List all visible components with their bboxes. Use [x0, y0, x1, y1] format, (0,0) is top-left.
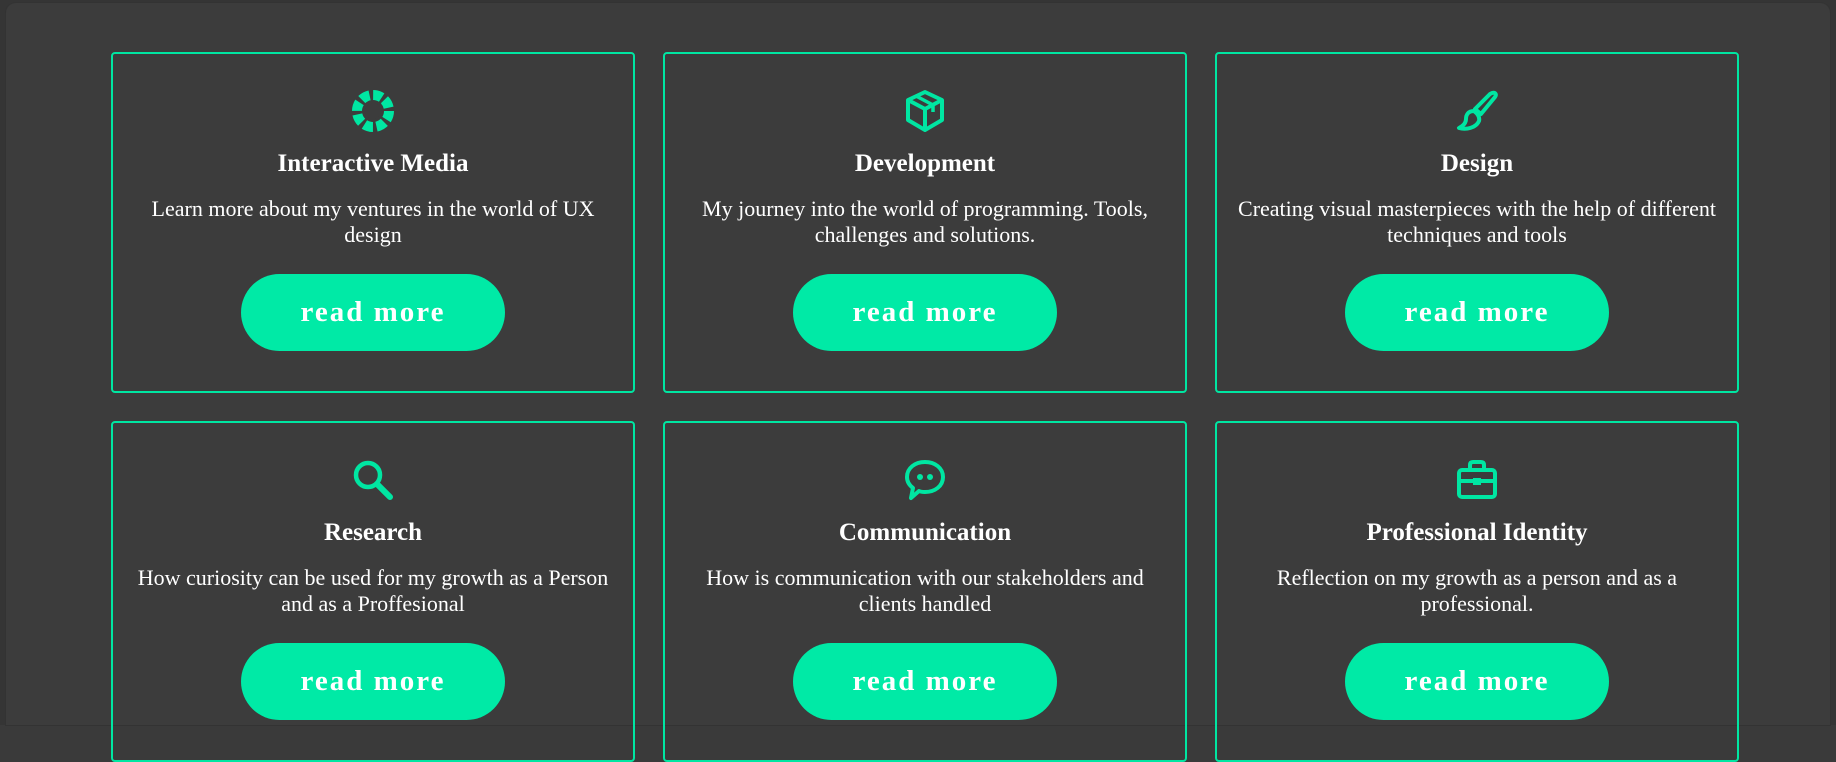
content-panel: Interactive Media Learn more about my ve…	[6, 3, 1830, 762]
page-background: Interactive Media Learn more about my ve…	[0, 0, 1836, 762]
card-professional-identity: Professional Identity Reflection on my g…	[1215, 421, 1739, 762]
read-more-button[interactable]: read more	[1345, 274, 1609, 351]
card-development: Development My journey into the world of…	[663, 52, 1187, 393]
card-research: Research How curiosity can be used for m…	[111, 421, 635, 762]
card-title: Design	[1440, 150, 1514, 177]
card-title: Interactive Media	[277, 150, 469, 177]
chat-bubble-icon	[902, 457, 948, 503]
card-design: Design Creating visual masterpieces with…	[1215, 52, 1739, 393]
card-title: Development	[854, 150, 996, 177]
read-more-button[interactable]: read more	[1345, 643, 1609, 720]
card-description: How curiosity can be used for my growth …	[137, 565, 609, 616]
life-ring-icon	[350, 88, 396, 134]
read-more-button[interactable]: read more	[241, 643, 505, 720]
card-communication: Communication How is communication with …	[663, 421, 1187, 762]
card-description: Reflection on my growth as a person and …	[1276, 565, 1678, 616]
box-icon	[902, 88, 948, 134]
card-description: Learn more about my ventures in the worl…	[151, 196, 595, 247]
card-interactive-media: Interactive Media Learn more about my ve…	[111, 52, 635, 393]
card-description: Creating visual masterpieces with the he…	[1238, 196, 1716, 247]
magnifier-icon	[350, 457, 396, 503]
briefcase-icon	[1454, 457, 1500, 503]
card-title: Professional Identity	[1366, 519, 1588, 546]
read-more-button[interactable]: read more	[241, 274, 505, 351]
read-more-button[interactable]: read more	[793, 274, 1057, 351]
card-title: Communication	[838, 519, 1012, 546]
read-more-button[interactable]: read more	[793, 643, 1057, 720]
card-title: Research	[323, 519, 423, 546]
card-description: My journey into the world of programming…	[702, 196, 1148, 247]
paint-brush-icon	[1454, 88, 1500, 134]
card-description: How is communication with our stakeholde…	[706, 565, 1144, 616]
